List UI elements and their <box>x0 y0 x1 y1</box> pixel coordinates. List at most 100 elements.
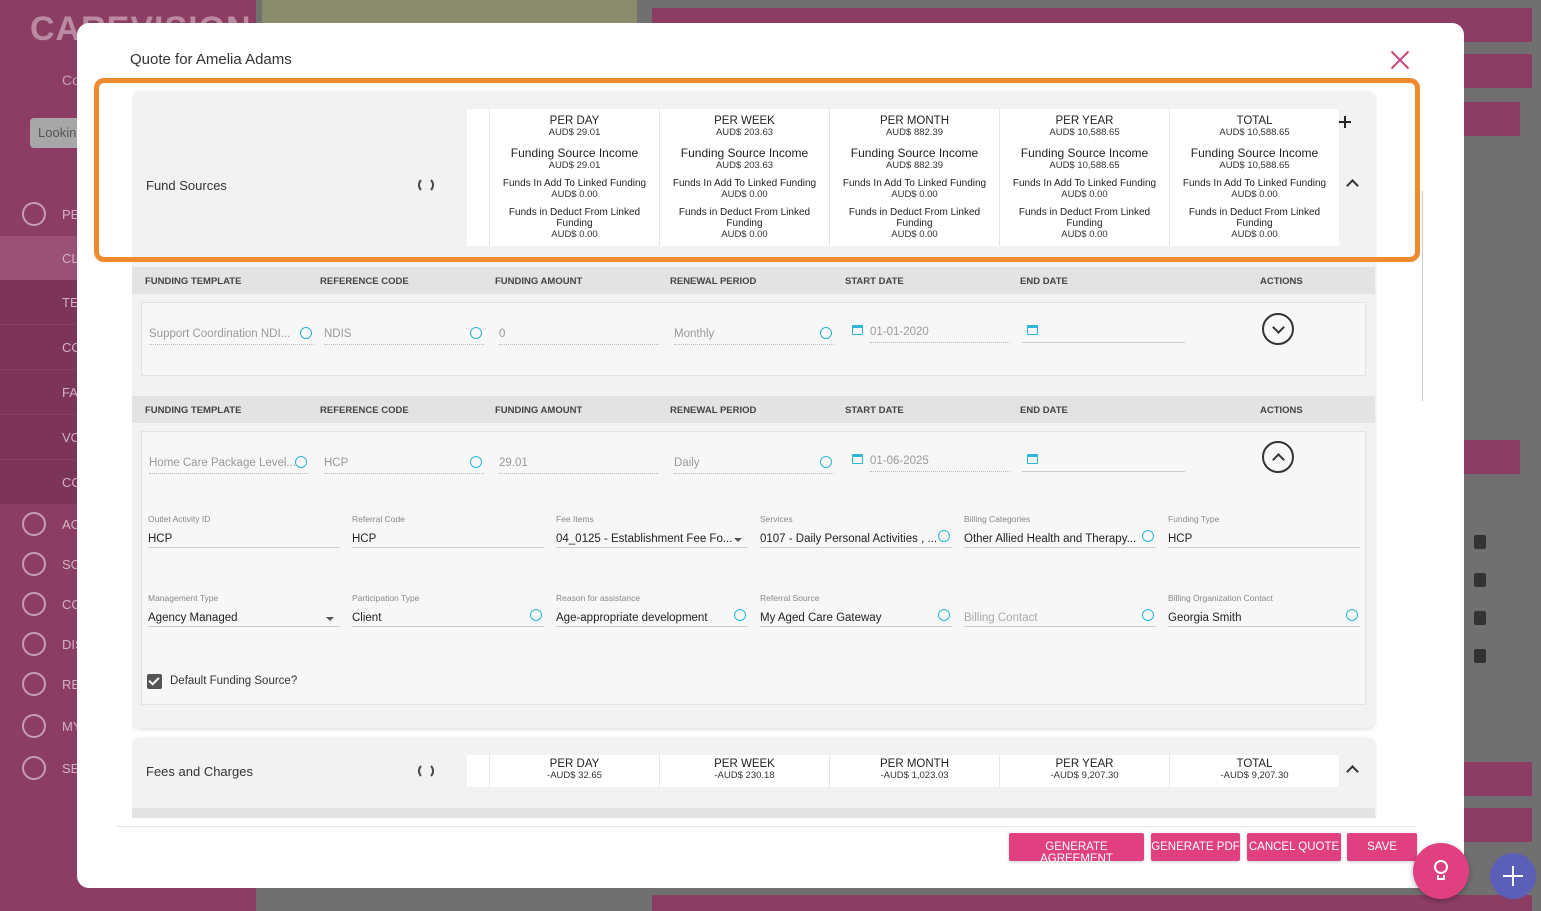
add-fab-button[interactable] <box>1490 853 1536 899</box>
participation-type-select[interactable]: Participation Type Client <box>352 593 544 627</box>
management-type-select[interactable]: Management Type Agency Managed <box>148 593 340 627</box>
billing-categories-select[interactable]: Billing Categories Other Allied Health a… <box>964 514 1156 548</box>
modal-title: Quote for Amelia Adams <box>130 51 292 68</box>
trash-icon <box>1474 535 1486 549</box>
outlet-activity-id-field[interactable]: Outlet Activity ID HCP <box>148 514 340 548</box>
save-button[interactable]: SAVE <box>1347 833 1417 861</box>
default-funding-label: Default Funding Source? <box>170 675 298 687</box>
report-icon <box>22 672 46 696</box>
fee-items-select[interactable]: Fee Items 04_0125 - Establishment Fee Fo… <box>556 514 748 548</box>
fees-table-header <box>132 808 1375 818</box>
funding-table-header: FUNDING TEMPLATE REFERENCE CODE FUNDING … <box>132 396 1375 423</box>
refresh-icon[interactable] <box>418 763 434 779</box>
chevron-down-icon <box>470 327 482 339</box>
chevron-down-icon <box>1346 609 1358 621</box>
funding-row: Support Coordination NDI... NDIS 0 Month… <box>141 302 1366 376</box>
caret-down-icon <box>734 538 742 542</box>
summary-col-per-year: PER YEAR AUD$ 10,588.65 Funding Source I… <box>999 109 1169 246</box>
chevron-down-icon <box>1272 321 1285 334</box>
end-date-input[interactable] <box>1022 321 1185 343</box>
user-icon <box>22 714 46 738</box>
heart-icon <box>22 592 46 616</box>
fund-sources-header: Fund Sources PER DAY AUD$ 29.01 Funding … <box>132 92 1375 252</box>
funding-template-select[interactable]: Home Care Package Level... <box>149 452 309 474</box>
refresh-icon[interactable] <box>418 177 434 193</box>
summary-col-total: TOTAL AUD$ 10,588.65 Funding Source Inco… <box>1169 109 1339 246</box>
calendar-icon[interactable] <box>852 454 863 464</box>
fund-summary-table: PER DAY AUD$ 29.01 Funding Source Income… <box>467 109 1339 246</box>
fees-col-per-week: PER WEEK -AUD$ 230.18 <box>659 755 829 787</box>
tips-fab-button[interactable] <box>1413 843 1469 899</box>
chevron-up-icon[interactable] <box>1346 765 1359 778</box>
referral-code-field[interactable]: Referral Code HCP <box>352 514 544 548</box>
start-date-input[interactable]: 01-06-2025 <box>870 450 1010 472</box>
chevron-down-icon <box>1142 609 1154 621</box>
gear-icon <box>22 756 46 780</box>
funding-amount-input[interactable]: 0 <box>499 323 659 345</box>
summary-col-per-week: PER WEEK AUD$ 203.63 Funding Source Inco… <box>659 109 829 246</box>
end-date-input[interactable] <box>1022 450 1185 472</box>
fees-summary-table: PER DAY -AUD$ 32.65 PER WEEK -AUD$ 230.18 … <box>467 755 1339 787</box>
trash-icon <box>1474 649 1486 663</box>
fees-col-per-year: PER YEAR -AUD$ 9,207.30 <box>999 755 1169 787</box>
chevron-down-icon <box>470 456 482 468</box>
chevron-down-icon <box>734 609 746 621</box>
fees-section: Fees and Charges PER DAY -AUD$ 32.65 PER … <box>132 738 1375 818</box>
close-icon[interactable] <box>1389 49 1411 71</box>
chevron-down-icon <box>300 327 312 339</box>
renewal-period-select[interactable]: Daily <box>674 452 834 474</box>
summary-col-per-day: PER DAY AUD$ 29.01 Funding Source Income… <box>489 109 659 246</box>
chevron-down-icon <box>820 456 832 468</box>
chevron-down-icon <box>530 609 542 621</box>
funding-template-select[interactable]: Support Coordination NDI... <box>149 323 314 345</box>
chevron-up-icon <box>1272 453 1285 466</box>
funding-amount-input[interactable]: 29.01 <box>499 452 659 474</box>
people-icon <box>22 202 46 226</box>
fund-sources-section: Fund Sources PER DAY AUD$ 29.01 Funding … <box>132 92 1375 728</box>
button-bar-divider <box>117 826 1417 827</box>
start-date-input[interactable]: 01-01-2020 <box>870 321 1010 343</box>
chevron-down-icon <box>938 530 950 542</box>
trash-icon <box>1474 611 1486 625</box>
alert-icon <box>22 512 46 536</box>
generate-agreement-button[interactable]: GENERATE AGREEMENT <box>1009 833 1144 865</box>
collapse-row-button[interactable] <box>1262 441 1294 473</box>
referral-source-select[interactable]: Referral Source My Aged Care Gateway <box>760 593 952 627</box>
reason-for-assistance-select[interactable]: Reason for assistance Age-appropriate de… <box>556 593 748 627</box>
reference-code-select[interactable]: NDIS <box>324 323 484 345</box>
fees-title: Fees and Charges <box>146 764 253 779</box>
generate-pdf-button[interactable]: GENERATE PDF <box>1151 833 1240 861</box>
caret-down-icon <box>326 617 334 621</box>
funding-table-header: FUNDING TEMPLATE REFERENCE CODE FUNDING … <box>132 267 1375 294</box>
cancel-quote-button[interactable]: CANCEL QUOTE <box>1247 833 1341 861</box>
renewal-period-select[interactable]: Monthly <box>674 323 834 345</box>
billing-contact-select[interactable]: Billing Contact <box>964 593 1156 627</box>
reference-code-select[interactable]: HCP <box>324 452 484 474</box>
calendar-icon[interactable] <box>852 325 863 335</box>
fees-col-per-month: PER MONTH -AUD$ 1,023.03 <box>829 755 999 787</box>
default-funding-checkbox[interactable] <box>147 674 162 689</box>
add-fund-source-icon[interactable] <box>1339 116 1351 128</box>
billing-org-contact-select[interactable]: Billing Organization Contact Georgia Smi… <box>1168 593 1360 627</box>
chat-icon <box>22 632 46 656</box>
chevron-down-icon <box>1142 530 1154 542</box>
summary-col-per-month: PER MONTH AUD$ 882.39 Funding Source Inc… <box>829 109 999 246</box>
chevron-down-icon <box>938 609 950 621</box>
services-select[interactable]: Services 0107 - Daily Personal Activitie… <box>760 514 952 548</box>
chevron-down-icon <box>295 456 307 468</box>
fees-col-per-day: PER DAY -AUD$ 32.65 <box>489 755 659 787</box>
funding-row-expanded: Home Care Package Level... HCP 29.01 Dai… <box>141 431 1366 705</box>
modal-scroll-area[interactable]: Fund Sources PER DAY AUD$ 29.01 Funding … <box>132 88 1377 818</box>
background-strip <box>652 895 1532 911</box>
chevron-up-icon[interactable] <box>1346 179 1359 192</box>
expand-row-button[interactable] <box>1262 313 1294 345</box>
clock-icon <box>22 552 46 576</box>
funding-type-field[interactable]: Funding Type HCP <box>1168 514 1360 548</box>
scrollbar[interactable] <box>1415 191 1423 401</box>
fees-col-total: TOTAL -AUD$ 9,207.30 <box>1169 755 1339 787</box>
trash-icon <box>1474 573 1486 587</box>
quote-modal: Quote for Amelia Adams Fund Sources PER … <box>77 23 1464 888</box>
chevron-down-icon <box>820 327 832 339</box>
fund-sources-title: Fund Sources <box>146 178 227 193</box>
lightbulb-icon <box>1434 860 1448 874</box>
